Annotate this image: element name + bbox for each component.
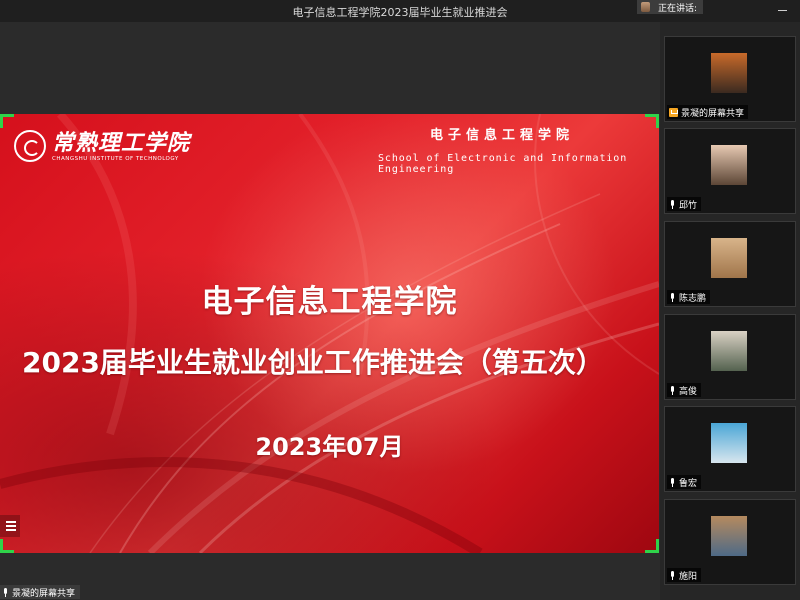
participant-label: 邱竹	[667, 197, 702, 211]
speaker-avatar	[641, 2, 650, 12]
screen-share-label: 景凝的屏幕共享	[0, 585, 81, 599]
screen-share-owner: 景凝的屏幕共享	[12, 588, 76, 599]
participant-tile[interactable]: 陈志鹏	[664, 221, 796, 307]
participant-tile[interactable]: 施阳	[664, 499, 796, 585]
participant-name: 邱竹	[679, 200, 698, 211]
participant-sidebar: 景凝的屏幕共享 邱竹 陈志鹏 高俊 鲁宏 施阳	[660, 22, 800, 600]
mic-icon	[669, 199, 676, 209]
participant-video	[711, 145, 747, 185]
slide-title-line-2: 2023届毕业生就业创业工作推进会（第五次）	[22, 346, 604, 379]
participant-label: 施阳	[667, 568, 702, 582]
participant-video	[711, 516, 747, 556]
participant-video	[711, 238, 747, 278]
share-frame-corner	[0, 539, 14, 553]
speaking-label: 正在讲话:	[658, 3, 698, 14]
logo-chinese-name: 常熟理工学院	[52, 129, 191, 156]
participant-video	[711, 331, 747, 371]
participant-name: 施阳	[679, 571, 698, 582]
menu-icon[interactable]	[0, 515, 20, 537]
school-name-chinese: 电子信息工程学院	[430, 128, 575, 143]
mic-icon	[669, 292, 676, 302]
participant-tile[interactable]: 高俊	[664, 314, 796, 400]
mic-icon	[2, 587, 9, 597]
participant-label: 景凝的屏幕共享	[667, 105, 749, 119]
participant-name: 陈志鹏	[679, 293, 707, 304]
slide-title-line-1: 电子信息工程学院	[201, 284, 458, 320]
share-frame-corner	[645, 114, 659, 128]
minimize-button[interactable]	[772, 3, 794, 17]
mic-icon	[669, 385, 676, 395]
slide-date: 2023年07月	[255, 433, 404, 461]
slide-background-decoration	[0, 114, 659, 553]
mic-icon	[669, 570, 676, 580]
shared-screen-area: 常熟理工学院 CHANGSHU INSTITUTE OF TECHNOLOGY …	[0, 22, 660, 600]
participant-video	[711, 53, 747, 93]
speaking-indicator: 正在讲话:	[637, 0, 704, 14]
logo-english-name: CHANGSHU INSTITUTE OF TECHNOLOGY	[52, 155, 179, 162]
participant-label: 陈志鹏	[667, 290, 711, 304]
participant-label: 鲁宏	[667, 475, 702, 489]
screen-share-icon	[669, 107, 678, 117]
share-frame-corner	[0, 114, 14, 128]
participant-name: 景凝的屏幕共享	[681, 108, 745, 119]
participant-video	[711, 423, 747, 463]
participant-label: 高俊	[667, 383, 702, 397]
presentation-slide: 常熟理工学院 CHANGSHU INSTITUTE OF TECHNOLOGY …	[0, 114, 659, 553]
college-seal-icon	[14, 130, 46, 162]
college-logo: 常熟理工学院 CHANGSHU INSTITUTE OF TECHNOLOGY	[14, 130, 190, 162]
participant-name: 高俊	[679, 386, 698, 397]
participant-name: 鲁宏	[679, 478, 698, 489]
participant-tile[interactable]: 邱竹	[664, 128, 796, 214]
share-frame-corner	[645, 539, 659, 553]
participant-tile[interactable]: 鲁宏	[664, 406, 796, 492]
participant-tile[interactable]: 景凝的屏幕共享	[664, 36, 796, 122]
mic-icon	[669, 477, 676, 487]
school-name-english: School of Electronic and Information Eng…	[378, 153, 628, 175]
